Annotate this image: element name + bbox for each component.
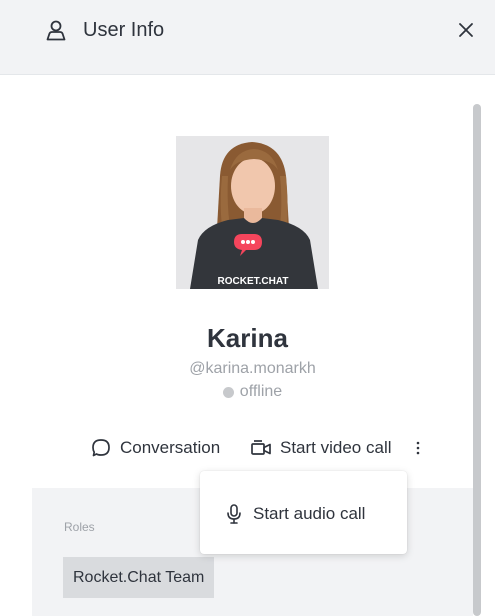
- start-video-call-label: Start video call: [280, 438, 392, 457]
- microphone-icon: [227, 504, 241, 524]
- avatar-logo-text: ROCKET.CHAT: [218, 276, 289, 287]
- panel-header: User Info: [0, 0, 495, 75]
- video-camera-icon: [251, 440, 271, 455]
- panel-title: User Info: [83, 19, 165, 41]
- avatar-photo: ROCKET.CHAT: [176, 136, 329, 289]
- more-actions-menu: Start audio call: [200, 471, 407, 554]
- chat-bubble-icon: [92, 439, 110, 457]
- start-audio-call-menu-item[interactable]: Start audio call: [225, 501, 365, 527]
- start-video-call-button[interactable]: Start video call: [250, 434, 392, 462]
- close-button[interactable]: [452, 16, 480, 44]
- role-tag: Rocket.Chat Team: [63, 557, 215, 598]
- start-audio-call-label: Start audio call: [253, 504, 366, 523]
- user-name: Karina: [207, 323, 288, 353]
- user-handle: @karina.monarkh: [189, 360, 316, 377]
- conversation-button[interactable]: Conversation: [90, 434, 220, 462]
- status-label: offline: [239, 383, 283, 400]
- roles-label: Roles: [64, 520, 95, 534]
- user-actions: Conversation Start video call: [0, 434, 495, 462]
- avatar: ROCKET.CHAT: [176, 136, 329, 289]
- user-icon: [46, 20, 66, 41]
- user-status: offline: [0, 382, 495, 402]
- conversation-label: Conversation: [120, 438, 221, 457]
- more-actions-button[interactable]: [410, 436, 426, 460]
- status-dot-icon: [222, 386, 234, 398]
- close-icon: [459, 23, 473, 37]
- kebab-icon: [416, 441, 420, 455]
